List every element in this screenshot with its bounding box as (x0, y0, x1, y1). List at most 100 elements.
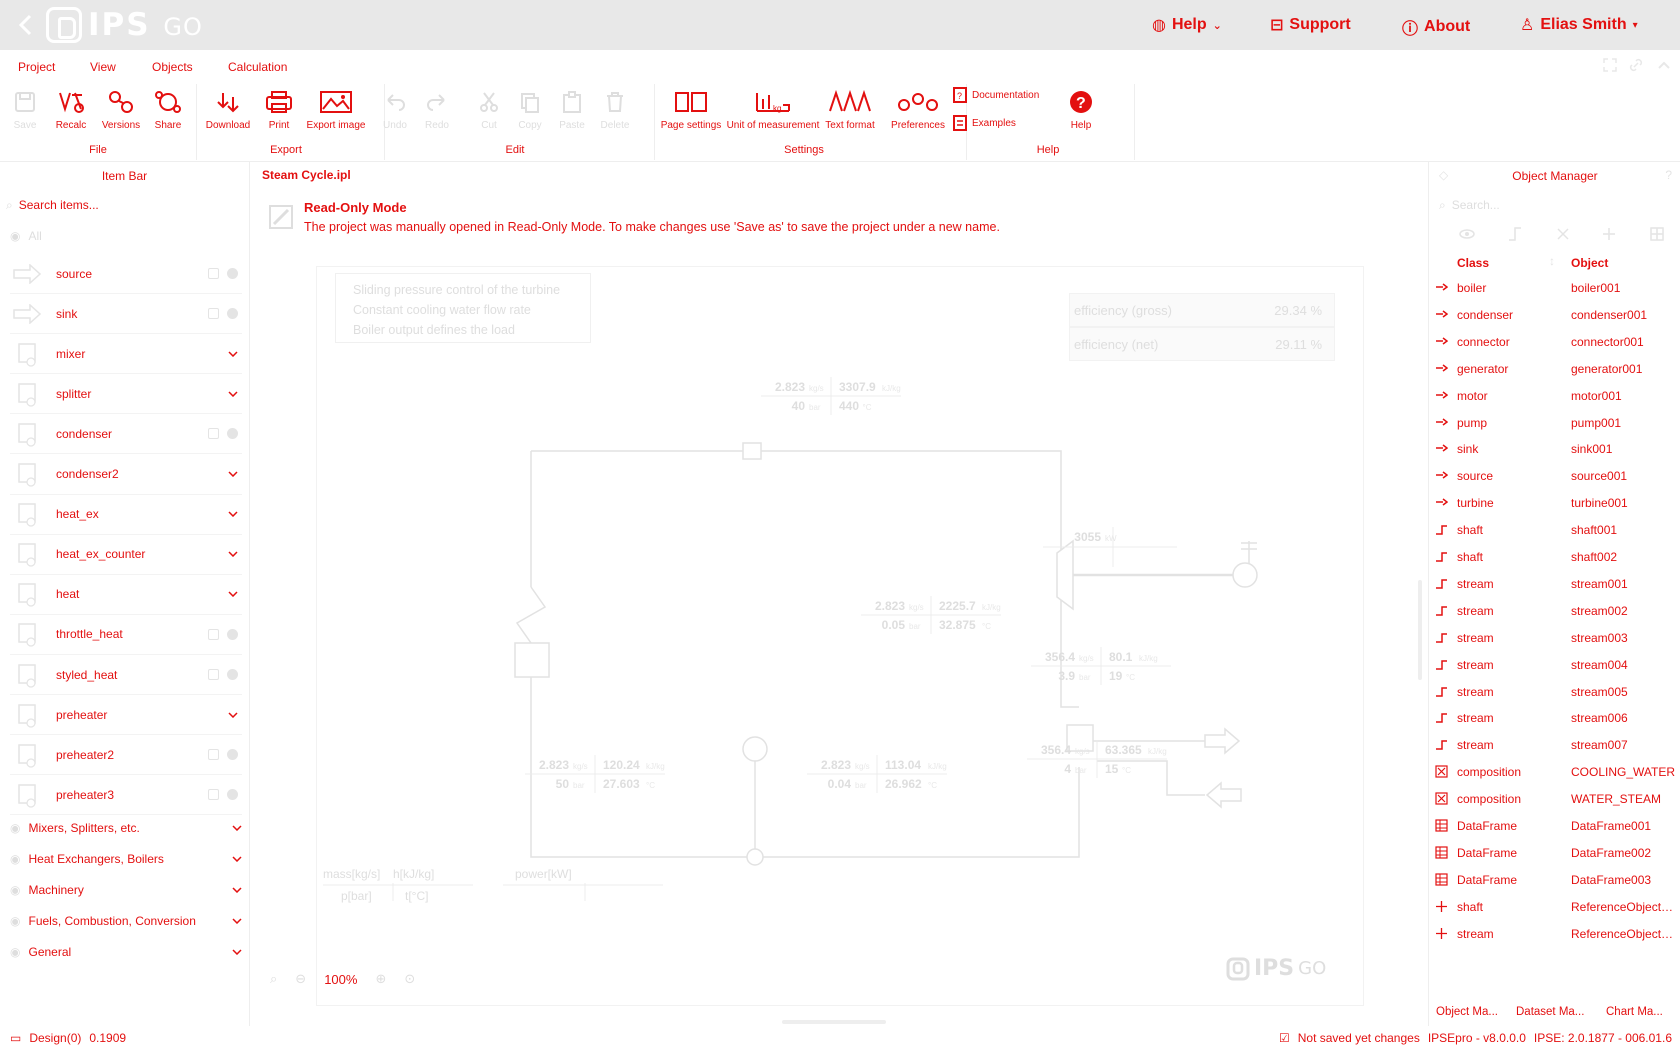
add-icon[interactable] (1601, 226, 1617, 242)
open-external-icon[interactable] (208, 428, 219, 440)
paste-button[interactable]: Paste (556, 88, 588, 131)
menu-project[interactable]: Project (18, 60, 55, 74)
chevron-down-icon[interactable] (232, 949, 242, 955)
object-row[interactable]: composition COOLING_WATER (1429, 758, 1680, 785)
vertical-scrollbar[interactable] (1418, 580, 1422, 680)
help-menu[interactable]: ◍ Help ⌄ (1152, 15, 1222, 35)
zoom-out-icon[interactable]: ⊖ (295, 971, 306, 987)
component-group[interactable]: ◉ Fuels, Combustion, Conversion (10, 909, 242, 933)
menu-objects[interactable]: Objects (152, 60, 193, 74)
preferences-button[interactable]: Preferences (880, 88, 956, 131)
object-row[interactable]: stream stream004 (1429, 651, 1680, 678)
component-item[interactable]: source (10, 254, 242, 294)
menu-view[interactable]: View (90, 60, 116, 74)
open-external-icon[interactable] (208, 268, 219, 279)
open-external-icon[interactable] (208, 628, 219, 640)
chevron-down-icon[interactable] (232, 825, 242, 831)
back-icon[interactable] (16, 13, 36, 37)
grid-icon[interactable] (1649, 226, 1665, 242)
open-external-icon[interactable] (208, 749, 219, 761)
about-link[interactable]: ⓘ About (1402, 15, 1470, 39)
chevron-down-icon[interactable] (228, 391, 238, 397)
component-item[interactable]: preheater3 (10, 775, 242, 816)
object-row[interactable]: stream stream007 (1429, 731, 1680, 758)
component-item[interactable]: condenser2 (10, 455, 242, 495)
object-row[interactable]: composition WATER_STEAM (1429, 785, 1680, 812)
open-external-icon[interactable] (208, 669, 219, 680)
diagram-canvas[interactable]: Sliding pressure control of the turbine … (316, 266, 1364, 1006)
undo-button[interactable]: Undo (380, 88, 410, 131)
zoom-level[interactable]: 100% (324, 972, 357, 987)
component-item[interactable]: heat (10, 575, 242, 615)
object-row[interactable]: shaft shaft001 (1429, 516, 1680, 543)
component-item[interactable]: throttle_heat (10, 615, 242, 655)
component-item[interactable]: splitter (10, 374, 242, 415)
chevron-down-icon[interactable] (228, 471, 238, 477)
chevron-down-icon[interactable] (228, 511, 238, 518)
object-row[interactable]: DataFrame DataFrame003 (1429, 866, 1680, 893)
object-row[interactable]: condenser condenser001 (1429, 301, 1680, 328)
object-row[interactable]: source source001 (1429, 462, 1680, 489)
component-item[interactable]: preheater2 (10, 735, 242, 776)
download-button[interactable]: Download (200, 88, 256, 131)
component-group[interactable]: ◉ Mixers, Splitters, etc. (10, 816, 242, 840)
help-icon[interactable]: ? (1665, 168, 1672, 182)
recalc-button[interactable]: Recalc (50, 88, 92, 131)
object-row[interactable]: stream stream005 (1429, 678, 1680, 705)
remove-icon[interactable] (1555, 226, 1571, 242)
stream-label-box[interactable]: 2.823 kg/s 113.04 kJ/kg 0.04 bar 26.962 °C (807, 755, 947, 793)
component-group[interactable]: ◉ Machinery (10, 878, 242, 902)
object-row[interactable]: DataFrame DataFrame002 (1429, 839, 1680, 866)
eye-icon[interactable]: ◉ (10, 945, 20, 959)
versions-button[interactable]: Versions (98, 88, 144, 131)
horizontal-scrollbar[interactable] (782, 1020, 886, 1024)
component-item[interactable]: condenser (10, 414, 242, 455)
sort-icon[interactable]: ↕ (1549, 254, 1555, 268)
object-row[interactable]: stream stream001 (1429, 570, 1680, 597)
zoom-reset-icon[interactable]: ⊙ (404, 971, 415, 987)
zoom-fit-icon[interactable]: ⌕ (270, 971, 277, 987)
visibility-icon[interactable] (1459, 226, 1475, 242)
eye-icon[interactable]: ◉ (10, 852, 20, 866)
item-search-field[interactable]: ⌕ Search items... (6, 192, 99, 218)
chevron-down-icon[interactable] (228, 591, 238, 598)
object-row[interactable]: turbine turbine001 (1429, 489, 1680, 516)
status-mode[interactable]: Design(0) (29, 1031, 81, 1045)
info-icon[interactable] (227, 628, 238, 640)
col-class[interactable]: Class (1457, 256, 1489, 270)
object-row[interactable]: stream ReferenceObjectStream (1429, 920, 1680, 947)
open-external-icon[interactable] (208, 789, 219, 801)
help-button[interactable]: ? Help (1064, 88, 1098, 131)
open-external-icon[interactable] (208, 308, 219, 320)
object-row[interactable]: stream stream003 (1429, 624, 1680, 651)
chevron-down-icon[interactable] (232, 918, 242, 924)
object-row[interactable]: connector connector001 (1429, 328, 1680, 355)
share-button[interactable]: Share (150, 88, 186, 131)
collapse-ribbon-icon[interactable] (1656, 57, 1672, 73)
stream-label-box[interactable]: 356.4 kg/s 63.365 kJ/kg 4 bar 15 °C (1027, 740, 1167, 778)
object-row[interactable]: sink sink001 (1429, 435, 1680, 462)
chevron-down-icon[interactable] (232, 887, 242, 893)
stream-label-box[interactable]: 2.823 kg/s 120.24 kJ/kg 50 bar 27.603 °C (525, 755, 665, 793)
eye-icon[interactable]: ◉ (10, 914, 20, 928)
object-row[interactable]: stream stream002 (1429, 597, 1680, 624)
chevron-down-icon[interactable] (228, 351, 238, 357)
documentation-button[interactable]: ? Documentation (952, 86, 1072, 104)
cut-button[interactable]: Cut (474, 88, 504, 131)
chevron-down-icon[interactable] (228, 551, 238, 558)
breadcrumb[interactable]: Steam Cycle.ipl (262, 168, 351, 182)
examples-button[interactable]: Examples (952, 114, 1072, 132)
tab-object-manager[interactable]: Object Ma... (1436, 1006, 1498, 1018)
object-row[interactable]: DataFrame DataFrame001 (1429, 812, 1680, 839)
eye-icon[interactable]: ◉ (10, 821, 20, 835)
object-row[interactable]: pump pump001 (1429, 409, 1680, 436)
save-button[interactable]: Save (10, 88, 40, 131)
menu-calculation[interactable]: Calculation (228, 60, 287, 74)
object-search-field[interactable]: ⌕ Search... (1439, 192, 1500, 218)
export-image-button[interactable]: Export image (300, 88, 372, 131)
object-row[interactable]: stream stream006 (1429, 704, 1680, 731)
object-row[interactable]: shaft ReferenceObjectShaft (1429, 893, 1680, 920)
component-item[interactable]: preheater (10, 695, 242, 736)
redo-button[interactable]: Redo (422, 88, 452, 131)
component-group[interactable]: ◉ General (10, 940, 242, 964)
